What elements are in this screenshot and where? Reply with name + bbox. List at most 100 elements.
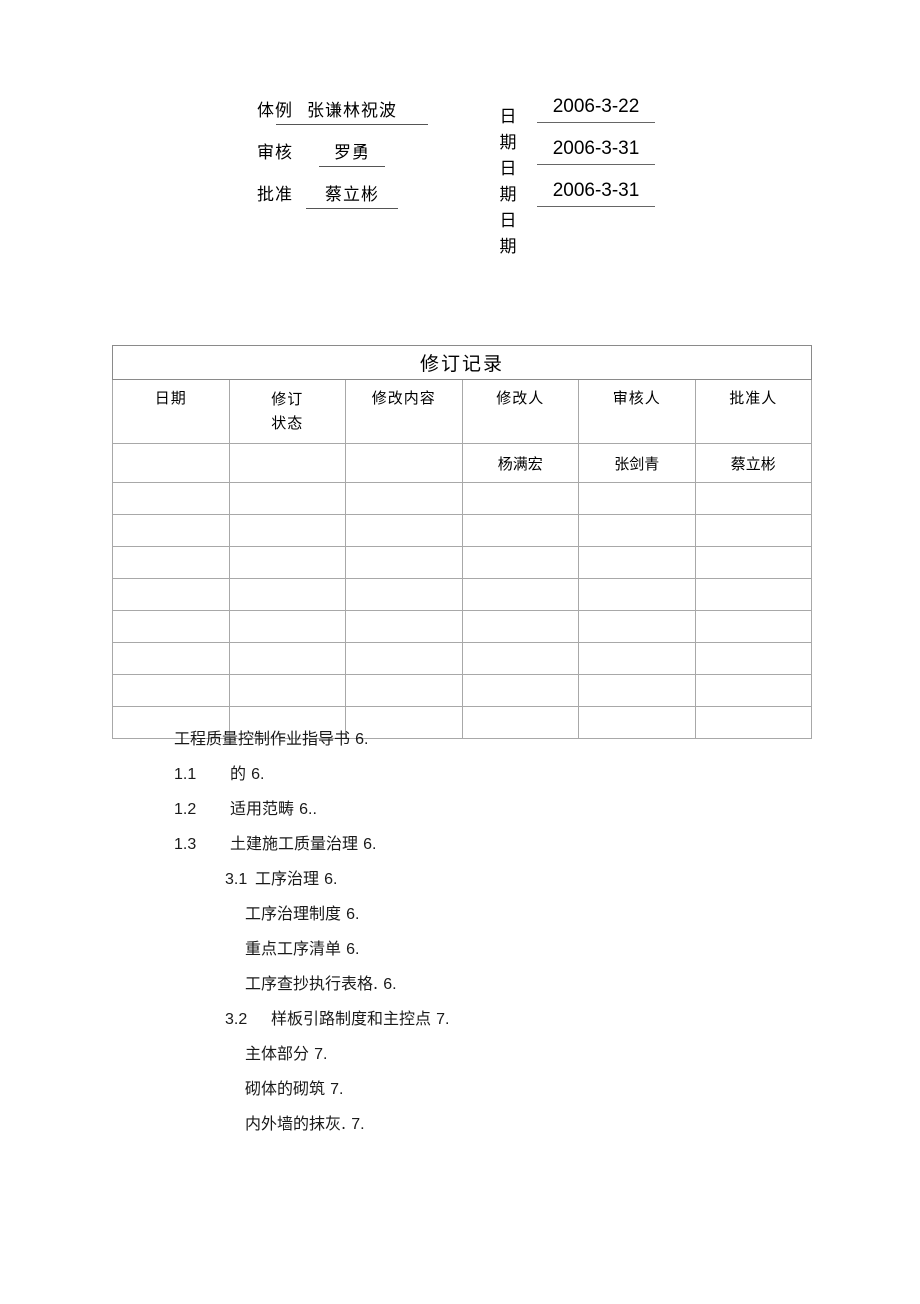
signoff-row: 审核 罗勇 2006-3-31 xyxy=(112,138,812,180)
cell-status xyxy=(228,443,346,483)
date-label-char: 日 xyxy=(499,107,517,127)
cell-editor xyxy=(461,642,579,675)
toc-entry[interactable]: 内外墙的抹灰. 7. xyxy=(112,1113,812,1148)
toc-entry[interactable]: 工序查抄执行表格. 6. xyxy=(112,973,812,1008)
toc-entry-page: 7. xyxy=(330,1081,344,1098)
signoff-block: 体例 张谦林祝波 2006-3-22 审核 罗勇 2006-3-31 批准 蔡立… xyxy=(112,96,812,222)
toc-entry-page: 7. xyxy=(351,1116,365,1133)
column-header-content: 修改内容 xyxy=(345,379,463,444)
toc-entry-text: 适用范畴 xyxy=(230,799,295,818)
table-row xyxy=(112,642,812,675)
date-label-char: 期 xyxy=(499,237,517,257)
toc-entry-number: 1.1 xyxy=(174,766,197,783)
column-header-status-line2: 状态 xyxy=(271,414,304,432)
cell-date xyxy=(112,514,230,547)
cell-date xyxy=(112,674,230,707)
signoff-row: 批准 蔡立彬 2006-3-31 xyxy=(112,180,812,222)
cell-content xyxy=(345,642,463,675)
toc-entry-text: 砌体的砌筑 xyxy=(245,1079,326,1098)
table-row xyxy=(112,578,812,611)
toc-entry[interactable]: 1.3 土建施工质量治理 6. xyxy=(112,833,812,868)
table-title: 修订记录 xyxy=(112,345,812,380)
cell-status xyxy=(228,514,346,547)
toc-entry-text: 工序查抄执行表格. xyxy=(245,974,379,993)
toc-entry[interactable]: 重点工序清单 6. xyxy=(112,938,812,973)
cell-editor: 杨满宏 xyxy=(461,443,579,483)
toc-entry-page: 6. xyxy=(251,766,265,783)
column-header-approver: 批准人 xyxy=(694,379,812,444)
cell-editor xyxy=(461,546,579,579)
table-row xyxy=(112,674,812,707)
cell-content xyxy=(345,674,463,707)
cell-status xyxy=(228,610,346,643)
signoff-name: 张谦林祝波 xyxy=(257,96,447,125)
toc-entry[interactable]: 1.2 适用范畴 6.. xyxy=(112,798,812,833)
cell-reviewer xyxy=(578,514,696,547)
cell-approver xyxy=(694,674,812,707)
cell-reviewer xyxy=(578,546,696,579)
toc-entry[interactable]: 3.1 工序治理 6. xyxy=(112,868,812,903)
table-row xyxy=(112,514,812,547)
cell-reviewer xyxy=(578,674,696,707)
cell-reviewer xyxy=(578,642,696,675)
signoff-name-text: 张谦林祝波 xyxy=(276,96,428,125)
table-row xyxy=(112,610,812,643)
cell-date xyxy=(112,546,230,579)
cell-approver xyxy=(694,482,812,515)
toc-entry-page: 6. xyxy=(324,871,338,888)
cell-status xyxy=(228,674,346,707)
toc-entry-page: 7. xyxy=(436,1011,450,1028)
cell-content xyxy=(345,578,463,611)
cell-content xyxy=(345,482,463,515)
cell-reviewer: 张剑青 xyxy=(578,443,696,483)
toc-entry[interactable]: 1.1 的 6. xyxy=(112,763,812,798)
toc-entry-text: 工序治理制度 xyxy=(245,904,342,923)
table-row: 杨满宏 张剑青 蔡立彬 xyxy=(112,443,812,483)
toc-entry[interactable]: 砌体的砌筑 7. xyxy=(112,1078,812,1113)
signoff-role-label: 批准 xyxy=(257,185,293,205)
signoff-date: 2006-3-22 xyxy=(521,96,671,123)
table-title-row: 修订记录 xyxy=(112,345,812,380)
signoff-date: 2006-3-31 xyxy=(521,180,671,207)
toc-entry-page: 7. xyxy=(314,1046,328,1063)
toc-entry-page: 6.. xyxy=(299,801,317,818)
cell-editor xyxy=(461,610,579,643)
cell-reviewer xyxy=(578,578,696,611)
toc-entry[interactable]: 工序治理制度 6. xyxy=(112,903,812,938)
cell-reviewer xyxy=(578,610,696,643)
date-label-char: 日 xyxy=(499,159,517,179)
toc-entry-number: 1.3 xyxy=(174,836,197,853)
cell-status xyxy=(228,546,346,579)
toc-entry-page: 6. xyxy=(346,906,360,923)
signoff-name: 蔡立彬 xyxy=(257,180,447,209)
cell-approver xyxy=(694,578,812,611)
signoff-date-text: 2006-3-22 xyxy=(537,96,655,123)
date-label-char: 期 xyxy=(499,185,517,205)
toc-entry-page: 6. xyxy=(383,976,397,993)
toc-entry-text: 主体部分 xyxy=(245,1044,310,1063)
signoff-date-label-column: 日 期 日 期 日 期 xyxy=(493,104,523,260)
column-header-date: 日期 xyxy=(112,379,230,444)
signoff-date: 2006-3-31 xyxy=(521,138,671,165)
toc-entry-page: 6. xyxy=(346,941,360,958)
cell-status xyxy=(228,642,346,675)
toc-entry-page: 6. xyxy=(363,836,377,853)
toc-entry-text: 的 xyxy=(230,764,247,783)
toc-entry[interactable]: 3.2 样板引路制度和主控点 7. xyxy=(112,1008,812,1043)
column-header-editor: 修改人 xyxy=(461,379,579,444)
signoff-row: 体例 张谦林祝波 2006-3-22 xyxy=(112,96,812,138)
cell-editor xyxy=(461,674,579,707)
signoff-date-text: 2006-3-31 xyxy=(537,138,655,165)
signoff-role-label: 审核 xyxy=(257,143,293,163)
cell-editor xyxy=(461,482,579,515)
cell-content xyxy=(345,546,463,579)
toc-entry-text: 内外墙的抹灰. xyxy=(245,1114,347,1133)
toc-entry-text: 重点工序清单 xyxy=(245,939,342,958)
toc-entry[interactable]: 工程质量控制作业指导书 6. xyxy=(112,728,812,763)
cell-status xyxy=(228,578,346,611)
toc-entry-text: 工程质量控制作业指导书 xyxy=(174,729,351,748)
toc-entry[interactable]: 主体部分 7. xyxy=(112,1043,812,1078)
cell-status xyxy=(228,482,346,515)
toc-entry-number: 3.2 xyxy=(225,1011,248,1028)
toc-entry-page: 6. xyxy=(355,731,369,748)
